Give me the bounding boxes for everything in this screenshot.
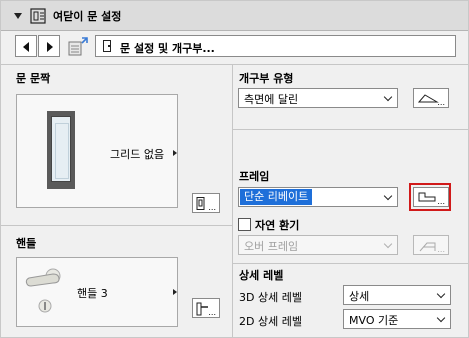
column-divider bbox=[232, 65, 233, 337]
toolbar: 문 설정 및 개구부... bbox=[15, 35, 456, 59]
handle-preview-label: 핸들 3 bbox=[77, 287, 108, 300]
door-leaf-preview[interactable]: 그리드 없음 bbox=[16, 94, 178, 208]
frame-select[interactable]: 단순 리베이트 bbox=[238, 187, 398, 207]
settings-page-label: 문 설정 및 개구부... bbox=[120, 42, 215, 55]
frame-value: 단순 리베이트 bbox=[240, 189, 313, 205]
panel-header[interactable]: 여닫이 문 설정 bbox=[1, 1, 468, 31]
chevron-down-icon bbox=[383, 191, 393, 201]
door-icon bbox=[103, 40, 111, 52]
opening-type-select[interactable]: 측면에 달린 bbox=[238, 88, 398, 108]
divider bbox=[232, 263, 468, 264]
opening-type-settings-button[interactable]: ... bbox=[413, 88, 449, 108]
chevron-right-icon bbox=[173, 289, 177, 295]
door-leaf-title: 문 문짝 bbox=[16, 72, 51, 85]
chevron-down-icon bbox=[436, 313, 446, 323]
arrow-right-icon bbox=[47, 42, 53, 52]
chevron-down-icon bbox=[436, 289, 446, 299]
settings-list-icon[interactable] bbox=[67, 37, 89, 57]
opening-type-value: 측면에 달린 bbox=[244, 93, 299, 106]
opening-type-title: 개구부 유형 bbox=[239, 72, 294, 85]
detail-level-title: 상세 레벨 bbox=[239, 269, 284, 282]
door-leaf-preview-label: 그리드 없음 bbox=[110, 148, 165, 161]
door-leaf-settings-button[interactable]: ... bbox=[192, 193, 220, 213]
detail-2d-select[interactable]: MVO 기준 bbox=[343, 309, 451, 329]
door-settings-icon bbox=[30, 8, 46, 24]
vent-icon bbox=[419, 242, 436, 252]
handle-title: 핸들 bbox=[16, 237, 37, 250]
frame-title: 프레임 bbox=[239, 170, 270, 183]
detail-2d-value: MVO 기준 bbox=[349, 314, 399, 327]
natural-vent-checkbox[interactable] bbox=[238, 218, 251, 231]
detail-3d-label: 3D 상세 레벨 bbox=[239, 291, 302, 304]
handle-preview[interactable]: 핸들 3 bbox=[16, 257, 178, 327]
detail-3d-value: 상세 bbox=[349, 290, 370, 303]
natural-vent-label: 자연 환기 bbox=[255, 219, 300, 232]
chevron-down-icon bbox=[383, 92, 393, 102]
handle-settings-button[interactable]: ... bbox=[192, 298, 220, 318]
door-handle-image bbox=[25, 268, 61, 313]
settings-page-dropdown[interactable]: 문 설정 및 개구부... bbox=[95, 35, 456, 57]
panel-title: 여닫이 문 설정 bbox=[53, 10, 122, 23]
door-leaf-image bbox=[47, 111, 75, 189]
divider bbox=[232, 129, 468, 130]
natural-vent-settings-button: ... bbox=[413, 235, 449, 255]
chevron-down-icon bbox=[383, 239, 393, 249]
detail-2d-label: 2D 상세 레벨 bbox=[239, 315, 302, 328]
next-button[interactable] bbox=[38, 35, 60, 57]
door-settings-panel: 여닫이 문 설정 문 설정 및 개구부... 문 문짝 그리드 없음 ... 핸… bbox=[0, 0, 469, 338]
frame-settings-highlight bbox=[409, 183, 451, 211]
opening-swing-icon bbox=[417, 94, 439, 103]
previous-button[interactable] bbox=[15, 35, 37, 57]
natural-vent-select: 오버 프레임 bbox=[238, 235, 398, 255]
natural-vent-value: 오버 프레임 bbox=[244, 240, 299, 253]
door-leaf-icon bbox=[196, 197, 205, 210]
divider bbox=[1, 225, 232, 226]
chevron-right-icon bbox=[173, 150, 177, 156]
collapse-triangle-icon[interactable] bbox=[14, 13, 22, 19]
arrow-left-icon bbox=[23, 42, 29, 52]
detail-3d-select[interactable]: 상세 bbox=[343, 285, 451, 305]
divider bbox=[1, 64, 468, 65]
